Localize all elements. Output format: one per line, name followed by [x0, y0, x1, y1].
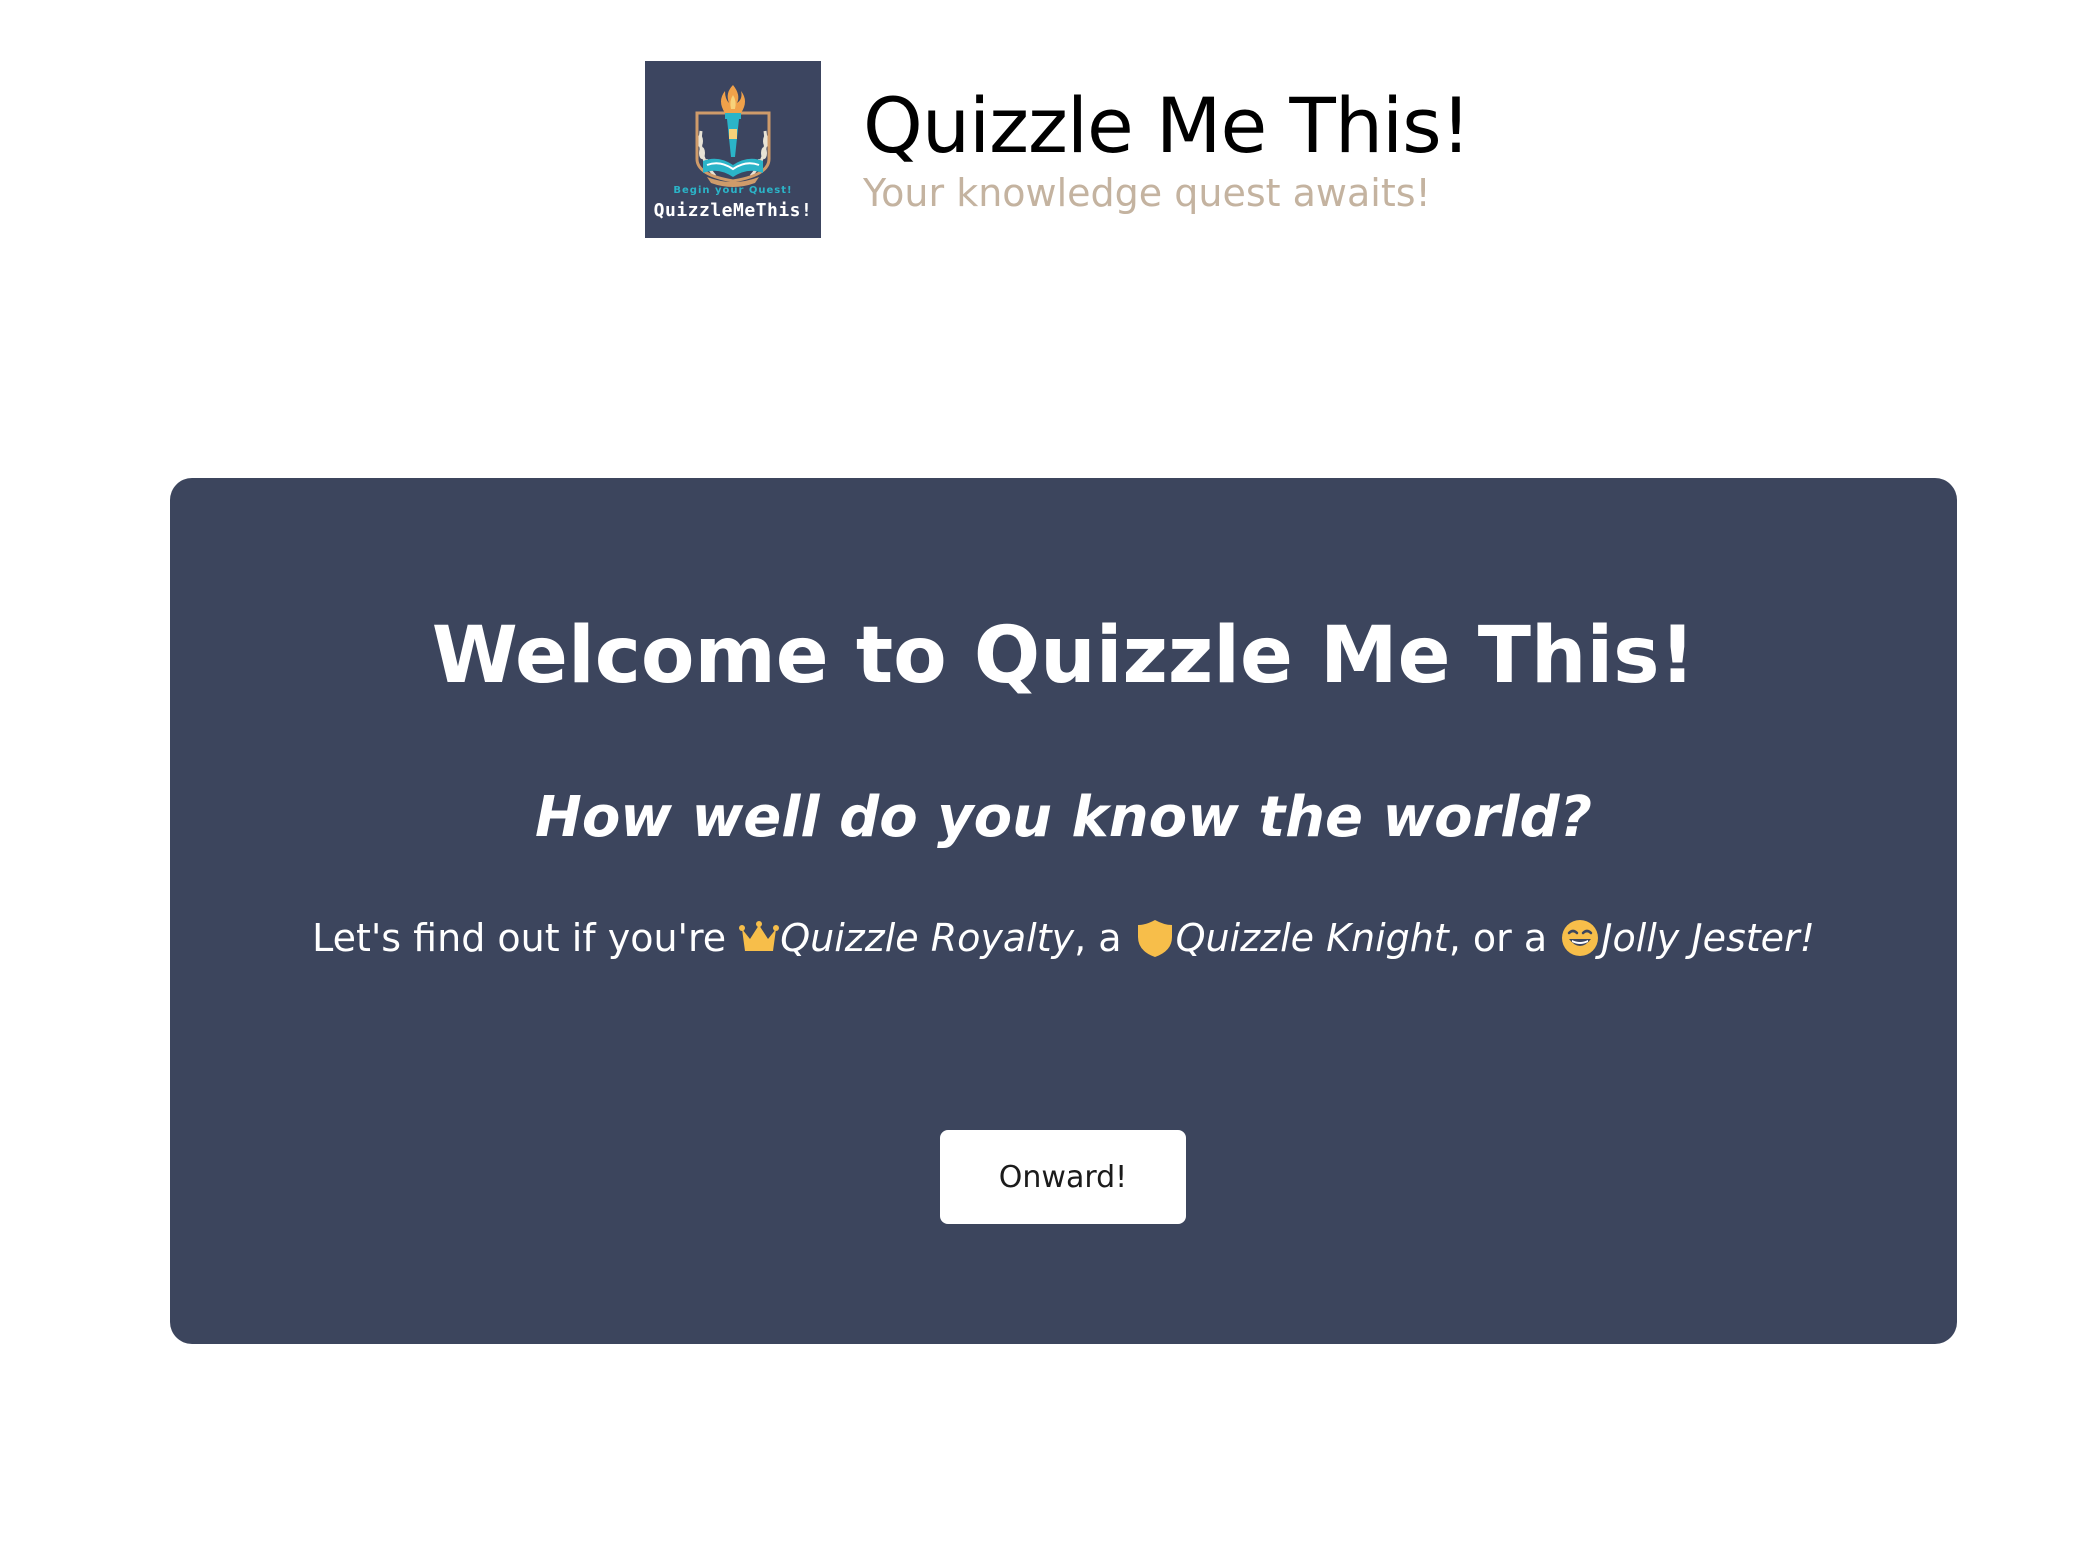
description-intro: Let's find out if you're — [312, 916, 739, 960]
description-separator-1: , a — [1074, 916, 1134, 960]
onward-button[interactable]: Onward! — [940, 1130, 1186, 1224]
grinning-winking-face-icon — [1562, 920, 1599, 956]
knight-label: Quizzle Knight — [1175, 916, 1449, 960]
crown-icon — [739, 921, 780, 951]
welcome-title: Welcome to Quizzle Me This! — [431, 611, 1696, 701]
welcome-subtitle: How well do you know the world? — [534, 785, 1593, 850]
shield-icon — [1137, 920, 1172, 957]
site-tagline: Your knowledge quest awaits! — [863, 170, 1431, 215]
welcome-description: Let's find out if you're Quizzle Royalty… — [170, 910, 1957, 966]
jester-label: Jolly Jester! — [1601, 916, 1815, 960]
site-title: Quizzle Me This! — [863, 80, 1471, 170]
site-header: Begin your Quest! QuizzleMeThis! Quizzle… — [645, 61, 1471, 238]
welcome-card: Welcome to Quizzle Me This! How well do … — [170, 478, 1957, 1344]
royalty-label: Quizzle Royalty — [780, 916, 1075, 960]
description-separator-2: , or a — [1448, 916, 1560, 960]
logo[interactable]: Begin your Quest! QuizzleMeThis! — [645, 61, 821, 238]
logo-tagline: Begin your Quest! — [673, 185, 793, 196]
brand: Quizzle Me This! Your knowledge quest aw… — [863, 80, 1471, 217]
logo-name: QuizzleMeThis! — [653, 200, 813, 221]
